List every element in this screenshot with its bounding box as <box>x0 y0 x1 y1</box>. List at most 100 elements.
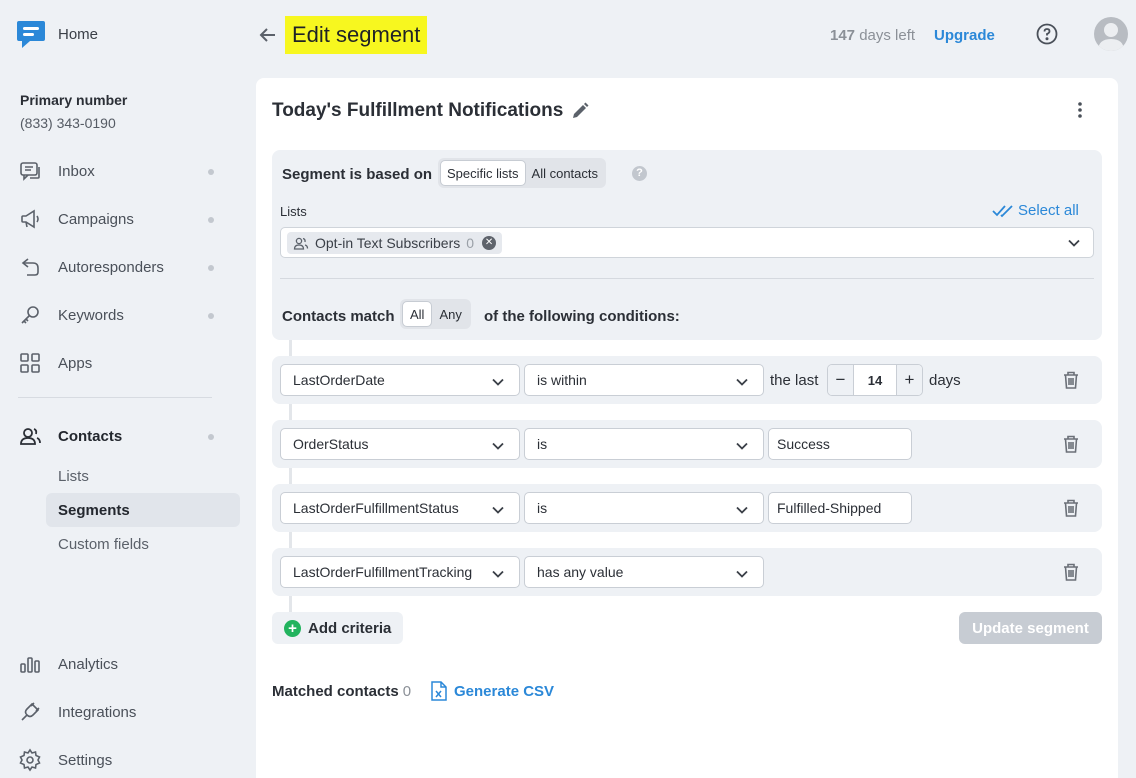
criteria-row: LastOrderFulfillmentStatus is Fulfilled-… <box>272 484 1102 532</box>
field-select-value: OrderStatus <box>293 436 369 452</box>
criteria-row: LastOrderDate is within the last − 14 + … <box>272 356 1102 404</box>
chevron-down-icon <box>736 570 748 578</box>
value-input[interactable]: Success <box>768 428 912 460</box>
operator-select[interactable]: has any value <box>524 556 764 588</box>
segment-source-box: Segment is based on Specific lists All c… <box>272 150 1102 340</box>
trial-days-left: 147 days left <box>830 27 915 44</box>
trash-icon[interactable] <box>1062 562 1080 582</box>
chevron-down-icon <box>492 506 504 514</box>
matched-contacts-count: 0 <box>402 683 412 700</box>
sidebar-item-campaigns[interactable]: Campaigns <box>18 205 218 233</box>
sidebar-subitem-custom-fields[interactable]: Custom fields <box>46 527 240 561</box>
edit-pencil-icon[interactable] <box>570 101 590 121</box>
sidebar-item-apps[interactable]: Apps <box>18 349 218 377</box>
field-select[interactable]: LastOrderDate <box>280 364 520 396</box>
remove-chip-icon[interactable]: ✕ <box>482 236 497 250</box>
sidebar-subitem-segments[interactable]: Segments <box>46 493 240 527</box>
operator-select[interactable]: is within <box>524 364 764 396</box>
chevron-down-icon[interactable] <box>1067 236 1081 250</box>
days-value[interactable]: 14 <box>854 373 896 388</box>
match-suffix-label: of the following conditions: <box>484 308 680 325</box>
status-dot <box>208 217 214 223</box>
segment-panel: Today's Fulfillment Notifications Segmen… <box>256 78 1118 778</box>
based-on-toggle: Specific lists All contacts <box>438 158 607 188</box>
sidebar-subitem-lists[interactable]: Lists <box>46 459 240 493</box>
sidebar-item-label: Autoresponders <box>58 258 164 276</box>
increment-button[interactable]: + <box>896 365 922 395</box>
days-stepper: − 14 + <box>827 364 923 396</box>
match-all-option[interactable]: All <box>402 301 433 327</box>
sidebar-item-contacts[interactable]: Contacts <box>18 422 218 450</box>
avatar[interactable] <box>1094 17 1128 51</box>
segment-name: Today's Fulfillment Notifications <box>272 100 564 121</box>
page-title: Edit segment <box>285 16 428 54</box>
question-icon[interactable]: ? <box>632 166 647 181</box>
primary-number-label: Primary number <box>20 92 128 108</box>
sidebar-item-settings[interactable]: Settings <box>18 746 218 774</box>
generate-csv-button[interactable]: Generate CSV <box>430 681 554 701</box>
home-link[interactable]: Home <box>58 26 98 43</box>
apps-grid-icon <box>18 351 42 375</box>
update-segment-button[interactable]: Update segment <box>959 612 1102 644</box>
criteria-row: LastOrderFulfillmentTracking has any val… <box>272 548 1102 596</box>
section-divider <box>280 278 1094 279</box>
chevron-down-icon <box>492 570 504 578</box>
sidebar-item-label: Campaigns <box>58 210 134 228</box>
upgrade-link[interactable]: Upgrade <box>934 27 995 44</box>
sidebar-divider <box>18 397 212 398</box>
contacts-icon <box>18 424 42 448</box>
operator-select-value: has any value <box>537 564 624 580</box>
status-dot <box>208 169 214 175</box>
based-on-label: Segment is based on <box>282 166 433 183</box>
field-select[interactable]: LastOrderFulfillmentTracking <box>280 556 520 588</box>
lists-select[interactable]: Opt-in Text Subscribers 0 ✕ <box>280 227 1094 258</box>
megaphone-icon <box>18 207 42 231</box>
sidebar-item-label: Keywords <box>58 306 124 324</box>
app-logo-icon[interactable] <box>16 18 46 50</box>
sidebar: Home Primary number (833) 343-0190 Inbox… <box>0 0 250 778</box>
days-label: days <box>929 372 961 389</box>
trash-icon[interactable] <box>1062 498 1080 518</box>
field-select[interactable]: LastOrderFulfillmentStatus <box>280 492 520 524</box>
trash-icon[interactable] <box>1062 370 1080 390</box>
trial-days-text: days left <box>859 27 916 44</box>
autoresponder-icon <box>18 255 42 279</box>
based-on-specific-lists[interactable]: Specific lists <box>440 160 526 186</box>
value-input[interactable]: Fulfilled-Shipped <box>768 492 912 524</box>
connector-line <box>289 404 292 420</box>
sidebar-item-keywords[interactable]: Keywords <box>18 301 218 329</box>
back-arrow-icon[interactable] <box>256 23 280 47</box>
more-options-icon[interactable] <box>1072 100 1088 120</box>
status-dot <box>208 434 214 440</box>
sidebar-item-integrations[interactable]: Integrations <box>18 698 218 726</box>
help-icon[interactable] <box>1035 22 1059 46</box>
sidebar-item-label: Analytics <box>58 655 119 673</box>
field-select-value: LastOrderDate <box>293 372 385 388</box>
sidebar-item-label: Integrations <box>58 703 137 721</box>
match-any-option[interactable]: Any <box>432 301 468 327</box>
connector-line <box>289 340 292 356</box>
the-last-label: the last <box>770 372 819 389</box>
chevron-down-icon <box>736 378 748 386</box>
select-all-button[interactable]: Select all <box>992 202 1079 219</box>
lists-label: Lists <box>280 204 307 219</box>
sidebar-item-autoresponders[interactable]: Autoresponders <box>18 253 218 281</box>
gear-icon <box>18 748 42 772</box>
add-criteria-label: Add criteria <box>308 619 392 637</box>
trial-days-count: 147 <box>830 27 856 44</box>
sidebar-item-analytics[interactable]: Analytics <box>18 650 218 678</box>
operator-select[interactable]: is <box>524 492 764 524</box>
based-on-all-contacts[interactable]: All contacts <box>526 160 604 186</box>
matched-contacts-label: Matched contacts <box>272 683 399 700</box>
plug-icon <box>18 700 42 724</box>
operator-select[interactable]: is <box>524 428 764 460</box>
status-dot <box>208 265 214 271</box>
decrement-button[interactable]: − <box>828 365 854 395</box>
operator-select-value: is <box>537 436 548 452</box>
list-chip-count: 0 <box>466 235 475 251</box>
sidebar-item-label: Apps <box>58 354 93 372</box>
add-criteria-button[interactable]: + Add criteria <box>272 612 404 644</box>
trash-icon[interactable] <box>1062 434 1080 454</box>
sidebar-item-inbox[interactable]: Inbox <box>18 157 218 185</box>
field-select[interactable]: OrderStatus <box>280 428 520 460</box>
